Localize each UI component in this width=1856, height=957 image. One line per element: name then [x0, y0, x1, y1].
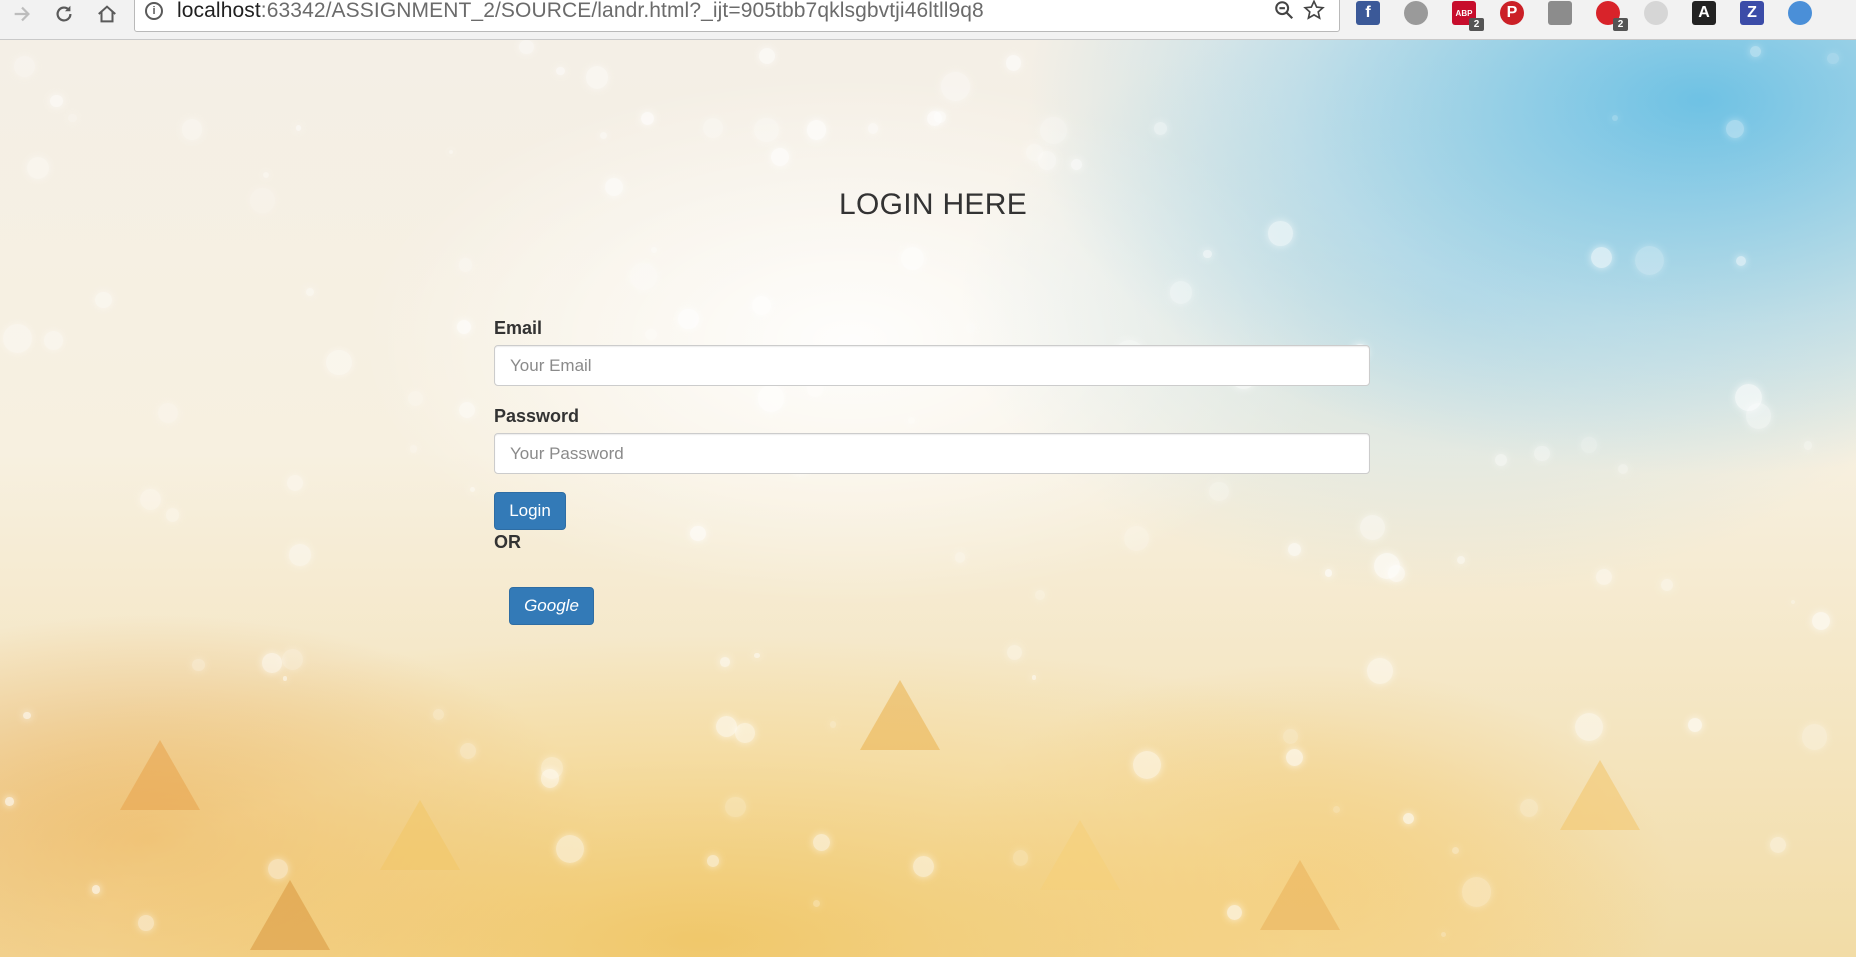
page-background	[0, 40, 1856, 957]
password-field[interactable]	[494, 433, 1370, 474]
ghostery-extension-icon[interactable]	[1404, 1, 1428, 25]
info-icon[interactable]: i	[145, 2, 163, 20]
forward-icon[interactable]	[8, 0, 36, 28]
email-field[interactable]	[494, 345, 1370, 386]
address-bar[interactable]: i localhost:63342/ASSIGNMENT_2/SOURCE/la…	[134, 0, 1340, 32]
bookmark-star-icon[interactable]	[1301, 0, 1327, 23]
google-login-button[interactable]: Google	[509, 587, 594, 625]
home-icon[interactable]	[93, 0, 121, 28]
adblock-plus-extension-icon[interactable]: ABP 2	[1452, 1, 1484, 31]
pen-extension-icon[interactable]: A	[1692, 1, 1716, 25]
zoom-out-icon[interactable]	[1271, 0, 1297, 23]
zotero-extension-icon[interactable]: Z	[1740, 1, 1764, 25]
grey-extension-icon[interactable]	[1548, 1, 1572, 25]
or-separator: OR	[494, 532, 521, 552]
browser-toolbar: i localhost:63342/ASSIGNMENT_2/SOURCE/la…	[0, 0, 1856, 40]
shield-extension-icon[interactable]: 2	[1596, 1, 1628, 31]
url-path: :63342/ASSIGNMENT_2/SOURCE/landr.html?_i…	[260, 0, 984, 22]
url-host: localhost	[177, 0, 261, 22]
extension-badge: 2	[1469, 18, 1484, 31]
extension-badge: 2	[1613, 18, 1628, 31]
email-label: Email	[494, 318, 543, 338]
page-title: LOGIN HERE	[838, 188, 1028, 221]
facebook-extension-icon[interactable]: f	[1356, 1, 1380, 25]
password-label: Password	[494, 406, 580, 426]
login-button[interactable]: Login	[494, 492, 566, 530]
faded-extension-icon[interactable]	[1644, 1, 1668, 25]
swirl-extension-icon[interactable]	[1788, 1, 1812, 25]
pinterest-extension-icon[interactable]: P	[1500, 1, 1524, 25]
url-text[interactable]: localhost:63342/ASSIGNMENT_2/SOURCE/land…	[177, 0, 984, 23]
reload-icon[interactable]	[50, 0, 78, 28]
